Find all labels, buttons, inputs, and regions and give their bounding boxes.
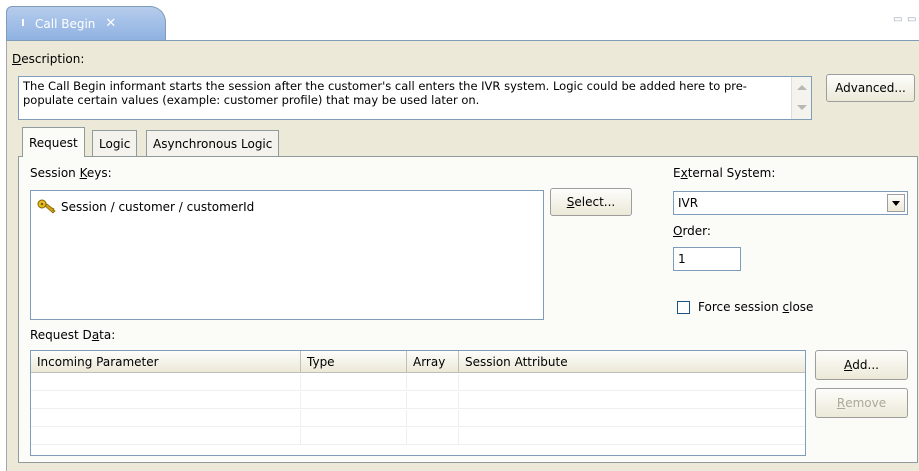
- description-text: The Call Begin informant starts the sess…: [23, 79, 747, 107]
- request-data-label: Request Data:: [30, 328, 116, 342]
- scroll-up-icon[interactable]: [797, 85, 807, 90]
- session-keys-list[interactable]: Session / customer / customerId: [30, 190, 544, 320]
- informant-icon: I: [21, 17, 25, 29]
- tab-logic[interactable]: Logic: [92, 130, 138, 156]
- column-header-type[interactable]: Type: [301, 351, 407, 373]
- description-scrollbar[interactable]: [791, 77, 811, 119]
- table-row[interactable]: [31, 392, 805, 409]
- session-keys-label: Session Keys:: [30, 166, 112, 180]
- external-system-label: External System:: [673, 166, 776, 180]
- order-field[interactable]: 1: [673, 247, 741, 271]
- editor-tab-strip: I Call Begin ✕ ▭ ▭: [0, 0, 919, 40]
- session-key-text: Session / customer / customerId: [61, 200, 255, 214]
- external-system-value: IVR: [678, 196, 699, 210]
- add-button[interactable]: Add...: [815, 350, 908, 380]
- column-header-incoming-parameter[interactable]: Incoming Parameter: [31, 351, 301, 373]
- key-icon: [37, 199, 56, 214]
- table-header: Incoming Parameter Type Array Session At…: [31, 351, 805, 373]
- description-textarea[interactable]: The Call Begin informant starts the sess…: [18, 76, 812, 120]
- tab-request[interactable]: Request: [22, 127, 85, 157]
- scroll-down-icon[interactable]: [797, 105, 807, 110]
- request-data-table[interactable]: Incoming Parameter Type Array Session At…: [30, 350, 806, 456]
- force-session-close-label: Force session close: [698, 300, 814, 314]
- external-system-select[interactable]: IVR: [673, 191, 908, 215]
- chevron-down-icon[interactable]: [887, 194, 905, 212]
- select-button[interactable]: Select...: [550, 188, 632, 216]
- maximize-icon[interactable]: ▭: [907, 14, 916, 25]
- editor-tab-label: Call Begin: [35, 16, 96, 31]
- close-icon[interactable]: ✕: [105, 16, 116, 31]
- remove-button[interactable]: Remove: [815, 388, 908, 418]
- advanced-button[interactable]: Advanced...: [826, 74, 915, 102]
- order-label: Order:: [673, 224, 711, 238]
- table-row[interactable]: [31, 428, 805, 445]
- list-item[interactable]: Session / customer / customerId: [37, 199, 254, 215]
- tab-asynchronous-logic[interactable]: Asynchronous Logic: [146, 130, 280, 156]
- column-header-session-attribute[interactable]: Session Attribute: [459, 351, 805, 373]
- table-row[interactable]: [31, 410, 805, 427]
- minimize-icon[interactable]: ▭: [893, 14, 902, 25]
- force-session-close-row[interactable]: Force session close: [677, 300, 813, 314]
- table-row[interactable]: [31, 374, 805, 391]
- force-session-close-checkbox[interactable]: [677, 300, 690, 314]
- description-label: Description:: [12, 52, 85, 66]
- editor-tab-call-begin[interactable]: I Call Begin ✕: [6, 6, 166, 40]
- column-header-array[interactable]: Array: [407, 351, 459, 373]
